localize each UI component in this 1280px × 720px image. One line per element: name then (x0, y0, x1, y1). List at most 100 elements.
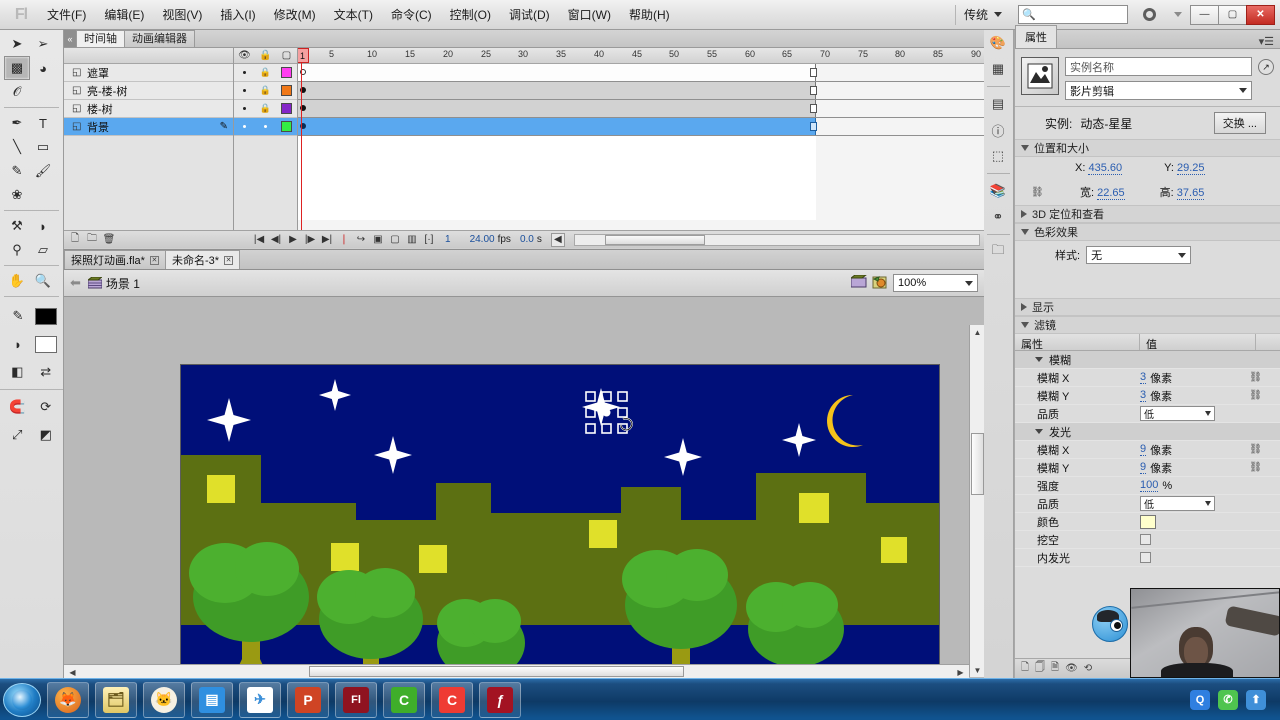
menu-file[interactable]: 文件(F) (38, 3, 95, 27)
doc-tab-searchlight[interactable]: 探照灯动画.fla* ✕ (64, 250, 166, 269)
info-panel-icon[interactable]: ⓘ (984, 117, 1012, 143)
tab-motion-editor[interactable]: 动画编辑器 (124, 30, 195, 47)
taskbar-item-flashplayer[interactable]: ƒ (479, 681, 521, 718)
free-transform-tool[interactable]: ▩ (4, 56, 30, 80)
distort-option-icon[interactable]: ◩ (34, 423, 59, 447)
filter-value-cell[interactable] (1140, 552, 1280, 563)
y-field[interactable]: Y: 29.25 (1164, 162, 1205, 175)
text-tool[interactable]: T (30, 111, 56, 135)
fps-value[interactable]: 24.00 (460, 234, 495, 245)
stage-canvas-area[interactable]: ▲ ▼ ◀ ▶ (64, 297, 984, 678)
layer-row-bright[interactable]: ◱ 亮-楼-树 (64, 82, 233, 100)
symbol-type-select[interactable]: 影片剪辑 (1065, 81, 1252, 100)
menu-edit[interactable]: 编辑(E) (95, 3, 153, 27)
stage-vertical-scrollbar[interactable]: ▲ ▼ (969, 325, 984, 677)
transform-panel-icon[interactable]: ⬚ (984, 143, 1012, 169)
tray-wechat-icon[interactable]: ✆ (1218, 689, 1238, 710)
panel-chevron-icon[interactable] (1174, 12, 1182, 17)
filter-row-blur-x[interactable]: 模糊 X 3 像素 ⛓ (1015, 369, 1280, 387)
modify-onion-markers-icon[interactable]: ▥ (405, 233, 419, 247)
scroll-up-icon[interactable]: ▲ (972, 327, 983, 337)
tray-qq-icon[interactable]: Q (1190, 689, 1210, 710)
loop-icon[interactable]: ↪ (354, 233, 368, 247)
minimize-button[interactable]: — (1190, 4, 1219, 25)
edit-multiple-frames-icon[interactable]: ▢ (388, 233, 402, 247)
filter-row-glow-color[interactable]: 颜色 (1015, 513, 1280, 531)
section-display[interactable]: 显示 (1015, 298, 1280, 316)
close-icon[interactable]: ✕ (149, 255, 159, 265)
black-white-icon[interactable]: ◧ (5, 360, 30, 384)
fill-color-swatch[interactable] (35, 335, 57, 353)
filter-row-glow-blur-y[interactable]: 模糊 Y 9 像素 ⛓ (1015, 459, 1280, 477)
visibility-toggle[interactable] (234, 107, 255, 110)
instance-name-input[interactable]: 实例名称 (1065, 57, 1252, 76)
lock-toggle[interactable] (255, 125, 276, 128)
edit-scene-icon[interactable] (849, 274, 868, 291)
tab-properties[interactable]: 属性 (1015, 25, 1057, 48)
new-folder-icon[interactable]: 🗀 (85, 233, 99, 247)
link-xy-icon[interactable]: ⛓ (1249, 444, 1262, 455)
layer-row-building[interactable]: ◱ 楼-树 (64, 100, 233, 118)
end-frame-marker[interactable] (810, 104, 817, 113)
filter-value-cell[interactable] (1140, 534, 1280, 545)
pen-tool[interactable]: ✒ (4, 111, 30, 135)
menu-debug[interactable]: 调试(D) (500, 3, 559, 27)
filter-value-cell[interactable]: 100 % (1140, 479, 1280, 492)
stage-horizontal-scrollbar[interactable]: ◀ ▶ (64, 664, 969, 678)
width-value[interactable]: 22.65 (1097, 187, 1125, 200)
end-frame-marker[interactable] (810, 86, 817, 95)
layer-color-chip[interactable] (276, 85, 297, 96)
taskbar-item-camtasia-red[interactable]: C (431, 681, 473, 718)
filter-value-cell[interactable] (1140, 514, 1280, 529)
eraser-tool[interactable]: ▱ (30, 238, 56, 262)
scale-option-icon[interactable]: ⤢ (5, 423, 30, 447)
line-tool[interactable]: ╲ (4, 135, 30, 159)
swatches-panel-icon[interactable]: ▦ (984, 56, 1012, 82)
y-value[interactable]: 29.25 (1176, 162, 1205, 175)
quality-select[interactable]: 低 (1140, 406, 1215, 421)
rectangle-tool[interactable]: ▭ (30, 135, 56, 159)
search-input[interactable]: 🔍 (1018, 5, 1128, 24)
collapse-panel-icon[interactable]: « (64, 30, 76, 47)
enable-filter-icon[interactable]: 👁 (1065, 663, 1078, 674)
close-icon[interactable]: ✕ (224, 255, 234, 265)
x-field[interactable]: X: 435.60 (1075, 162, 1123, 175)
x-value[interactable]: 435.60 (1088, 162, 1123, 175)
motion-presets-panel-icon[interactable]: ⚭ (984, 204, 1012, 230)
lock-toggle[interactable]: 🔒 (255, 85, 276, 96)
horizontal-scrollbar-thumb[interactable] (309, 666, 684, 677)
filter-group-glow[interactable]: 发光 (1015, 423, 1280, 441)
taskbar-item-notes[interactable]: ▤ (191, 681, 233, 718)
inner-glow-checkbox[interactable] (1140, 552, 1151, 563)
onion-skin-outlines-icon[interactable]: ▣ (371, 233, 385, 247)
center-frame-icon[interactable]: [·] (422, 233, 436, 247)
menu-commands[interactable]: 命令(C) (382, 3, 441, 27)
cs-live-icon[interactable] (1138, 4, 1160, 26)
taskbar-item-foxmail[interactable]: ✈ (239, 681, 281, 718)
taskbar-item-scratch[interactable]: 🐱 (143, 681, 185, 718)
filter-row-glow-blur-x[interactable]: 模糊 X 9 像素 ⛓ (1015, 441, 1280, 459)
eye-icon[interactable]: 👁 (234, 50, 255, 61)
width-field[interactable]: 宽: 22.65 (1080, 184, 1125, 200)
lock-icon[interactable]: 🔒 (255, 50, 276, 61)
frame-row-bright[interactable] (298, 82, 984, 100)
filter-row-blur-quality[interactable]: 品质 低 (1015, 405, 1280, 423)
scroll-right-icon[interactable]: ▶ (955, 667, 966, 677)
filter-value[interactable]: 3 (1140, 371, 1147, 384)
edit-symbols-icon[interactable] (872, 275, 888, 292)
play-icon[interactable]: ▶ (286, 233, 300, 247)
new-layer-icon[interactable]: 🗋 (68, 233, 82, 247)
stroke-color-swatch[interactable] (35, 307, 57, 325)
deco-tool[interactable]: ❀ (4, 183, 30, 207)
knockout-checkbox[interactable] (1140, 534, 1151, 545)
section-3d-position[interactable]: 3D 定位和查看 (1015, 205, 1280, 223)
visibility-toggle[interactable] (234, 89, 255, 92)
filter-group-blur[interactable]: 模糊 (1015, 351, 1280, 369)
section-color-effect[interactable]: 色彩效果 (1015, 223, 1280, 241)
selection-tool[interactable]: ➤ (4, 32, 30, 56)
lock-aspect-ratio-icon[interactable]: ⛓ (1031, 187, 1045, 198)
tray-upload-icon[interactable]: ⬆ (1246, 689, 1266, 710)
taskbar-item-explorer[interactable]: 🗂 (95, 681, 137, 718)
filter-value[interactable]: 3 (1140, 389, 1147, 402)
taskbar-item-flash[interactable]: Fl (335, 681, 377, 718)
